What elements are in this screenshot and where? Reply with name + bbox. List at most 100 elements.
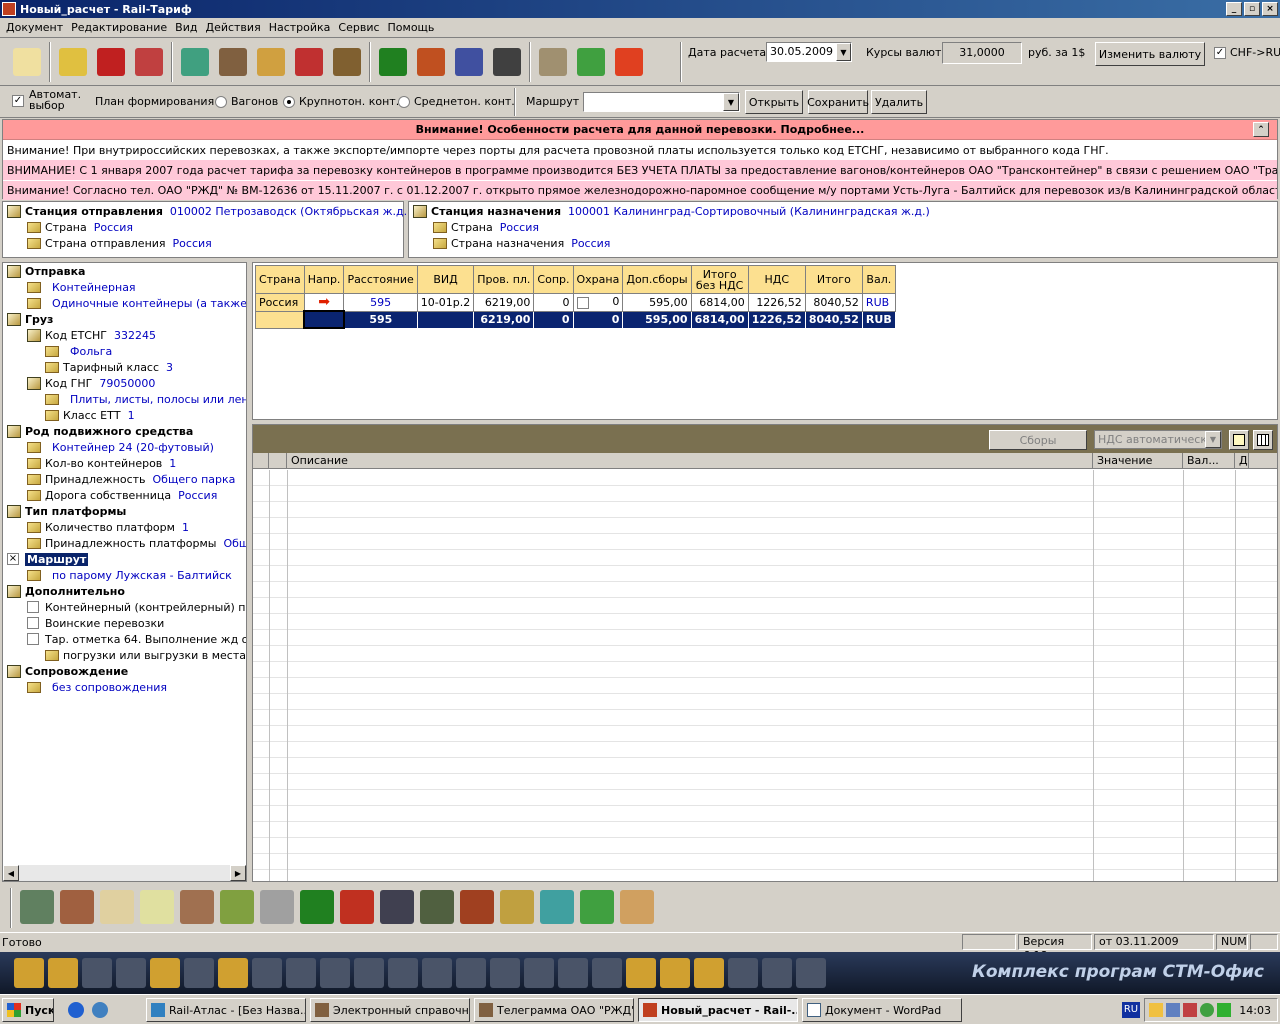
- new-document-icon[interactable]: [8, 42, 46, 82]
- minimize-button[interactable]: _: [1226, 2, 1242, 16]
- tree-route[interactable]: × Маршрут: [7, 551, 89, 567]
- ctm-app-icon-16[interactable]: [524, 958, 554, 988]
- col-escort[interactable]: Сопр.: [533, 265, 574, 294]
- ctm-app-icon-8[interactable]: [252, 958, 282, 988]
- calculator-icon[interactable]: [176, 42, 214, 82]
- scroll-left-icon[interactable]: ◀: [3, 865, 19, 881]
- save-route-button[interactable]: Сохранить: [807, 90, 869, 114]
- ie-icon[interactable]: [68, 1002, 84, 1018]
- col-vat[interactable]: НДС: [747, 265, 806, 294]
- tree-platform-type[interactable]: Тип платформы: [7, 503, 126, 519]
- ctm-app-icon-15[interactable]: [490, 958, 520, 988]
- tree-opt2[interactable]: Воинские перевозки: [27, 615, 164, 631]
- radio-medium-container[interactable]: [398, 95, 410, 108]
- route-select[interactable]: ▼: [583, 92, 740, 112]
- book-icon[interactable]: [534, 42, 572, 82]
- help-icon[interactable]: [610, 42, 648, 82]
- ctm-app-icon-10[interactable]: [320, 958, 350, 988]
- menu-service[interactable]: Сервис: [334, 21, 383, 34]
- radio-wagons[interactable]: [215, 95, 227, 108]
- maximize-button[interactable]: ▫: [1244, 2, 1260, 16]
- tray-icon-4[interactable]: [1200, 1003, 1214, 1017]
- change-currency-button[interactable]: Изменить валюту: [1095, 42, 1205, 66]
- tree-shipment-type[interactable]: Контейнерная: [27, 279, 136, 295]
- warnings-header[interactable]: Внимание! Особенности расчета для данной…: [3, 120, 1277, 140]
- start-button[interactable]: Пуск: [2, 998, 54, 1022]
- tree-gng[interactable]: Код ГНГ 79050000: [27, 375, 155, 391]
- chf-checkbox[interactable]: ✓: [1214, 46, 1226, 59]
- tree-horizontal-scrollbar[interactable]: ◀ ▶: [3, 865, 246, 881]
- tree-ownership[interactable]: Принадлежность Общего парка: [27, 471, 235, 487]
- surveyor-icon[interactable]: [328, 42, 366, 82]
- col-direction[interactable]: Напр.: [303, 265, 345, 294]
- vat-select[interactable]: НДС автоматически ▼: [1094, 430, 1222, 449]
- guard-checkbox[interactable]: [576, 297, 589, 310]
- opt3-checkbox[interactable]: [27, 633, 39, 645]
- tree-shipment[interactable]: Отправка: [7, 263, 85, 279]
- tree-opt1[interactable]: Контейнерный (контрейлерный) поезд: [27, 599, 246, 615]
- tool-icon-16[interactable]: [620, 890, 654, 924]
- tree-tariff-class[interactable]: Тарифный класс 3: [45, 359, 173, 375]
- route-dropdown-icon[interactable]: ▼: [723, 93, 739, 111]
- tree-opt3-sub[interactable]: погрузки или выгрузки в местах об: [45, 647, 246, 663]
- tree-etsng[interactable]: Код ЕТСНГ 332245: [27, 327, 156, 343]
- dropdown-arrow-icon[interactable]: ▼: [835, 43, 851, 61]
- col-currency[interactable]: Вал.: [861, 265, 896, 294]
- tree-shipment-sub[interactable]: Одиночные контейнеры (а также спе: [27, 295, 246, 311]
- radio-large-container[interactable]: [283, 95, 295, 108]
- route-checkbox[interactable]: ×: [7, 553, 19, 565]
- tool-icon-8[interactable]: [300, 890, 334, 924]
- ctm-app-icon-17[interactable]: [558, 958, 588, 988]
- tool-icon-14[interactable]: [540, 890, 574, 924]
- people-icon[interactable]: [252, 42, 290, 82]
- departure-country[interactable]: Страна Россия: [27, 219, 133, 235]
- tree-platform-count[interactable]: Количество платформ 1: [27, 519, 189, 535]
- task-new-calc[interactable]: Новый_расчет - Rail-...: [638, 998, 798, 1022]
- tray-icon-1[interactable]: [1149, 1003, 1163, 1017]
- ctm-app-icon-7[interactable]: [218, 958, 248, 988]
- task-telegram[interactable]: Телеграмма ОАО "РЖД"...: [474, 998, 634, 1022]
- tree-road[interactable]: Дорога собственница Россия: [27, 487, 217, 503]
- ctm-app-icon-21[interactable]: [694, 958, 724, 988]
- tray-icon-2[interactable]: [1166, 1003, 1180, 1017]
- tool-icon-5[interactable]: [180, 890, 214, 924]
- tray-icon-5[interactable]: [1217, 1003, 1231, 1017]
- tool-icon-10[interactable]: [380, 890, 414, 924]
- col-vid[interactable]: ВИД: [416, 265, 475, 294]
- tool-icon-12[interactable]: [460, 890, 494, 924]
- ctm-app-icon-5[interactable]: [150, 958, 180, 988]
- tree-opt3[interactable]: Тар. отметка 64. Выполнение жд одной: [27, 631, 246, 647]
- col-value[interactable]: Значение: [1093, 453, 1183, 468]
- tool-icon-7[interactable]: [260, 890, 294, 924]
- tool-icon-3[interactable]: [100, 890, 134, 924]
- grid-view-icon[interactable]: [1253, 430, 1273, 450]
- destination-country[interactable]: Страна Россия: [433, 219, 539, 235]
- col-country[interactable]: Страна: [255, 265, 305, 294]
- ctm-app-icon-6[interactable]: [184, 958, 214, 988]
- tree-cont-count[interactable]: Кол-во контейнеров 1: [27, 455, 176, 471]
- opt2-checkbox[interactable]: [27, 617, 39, 629]
- edit-pencil-icon[interactable]: [54, 42, 92, 82]
- tree-additional[interactable]: Дополнительно: [7, 583, 125, 599]
- ctm-app-icon-19[interactable]: [626, 958, 656, 988]
- opt1-checkbox[interactable]: [27, 601, 39, 613]
- menu-document[interactable]: Документ: [2, 21, 67, 34]
- menu-help[interactable]: Помощь: [384, 21, 439, 34]
- list-icon[interactable]: [130, 42, 168, 82]
- tool-icon-11[interactable]: [420, 890, 454, 924]
- vat-dropdown-icon[interactable]: ▼: [1205, 431, 1221, 448]
- task-wordpad[interactable]: Документ - WordPad: [802, 998, 962, 1022]
- ctm-app-icon-2[interactable]: [48, 958, 78, 988]
- collapse-icon[interactable]: ⌃: [1253, 122, 1269, 137]
- col-extra[interactable]: Доп.сборы: [622, 265, 692, 294]
- ctm-app-icon-22[interactable]: [728, 958, 758, 988]
- tool-icon-1[interactable]: [20, 890, 54, 924]
- menu-settings[interactable]: Настройка: [265, 21, 335, 34]
- task-reference[interactable]: Электронный справочн...: [310, 998, 470, 1022]
- ctm-app-icon-9[interactable]: [286, 958, 316, 988]
- col-detail-currency[interactable]: Вал...: [1183, 453, 1235, 468]
- tree-etsng-name[interactable]: Фольга: [45, 343, 112, 359]
- language-indicator[interactable]: RU: [1122, 1002, 1140, 1018]
- crane-icon[interactable]: [412, 42, 450, 82]
- destination-station[interactable]: Станция назначения 100001 Калининград-Со…: [413, 203, 930, 219]
